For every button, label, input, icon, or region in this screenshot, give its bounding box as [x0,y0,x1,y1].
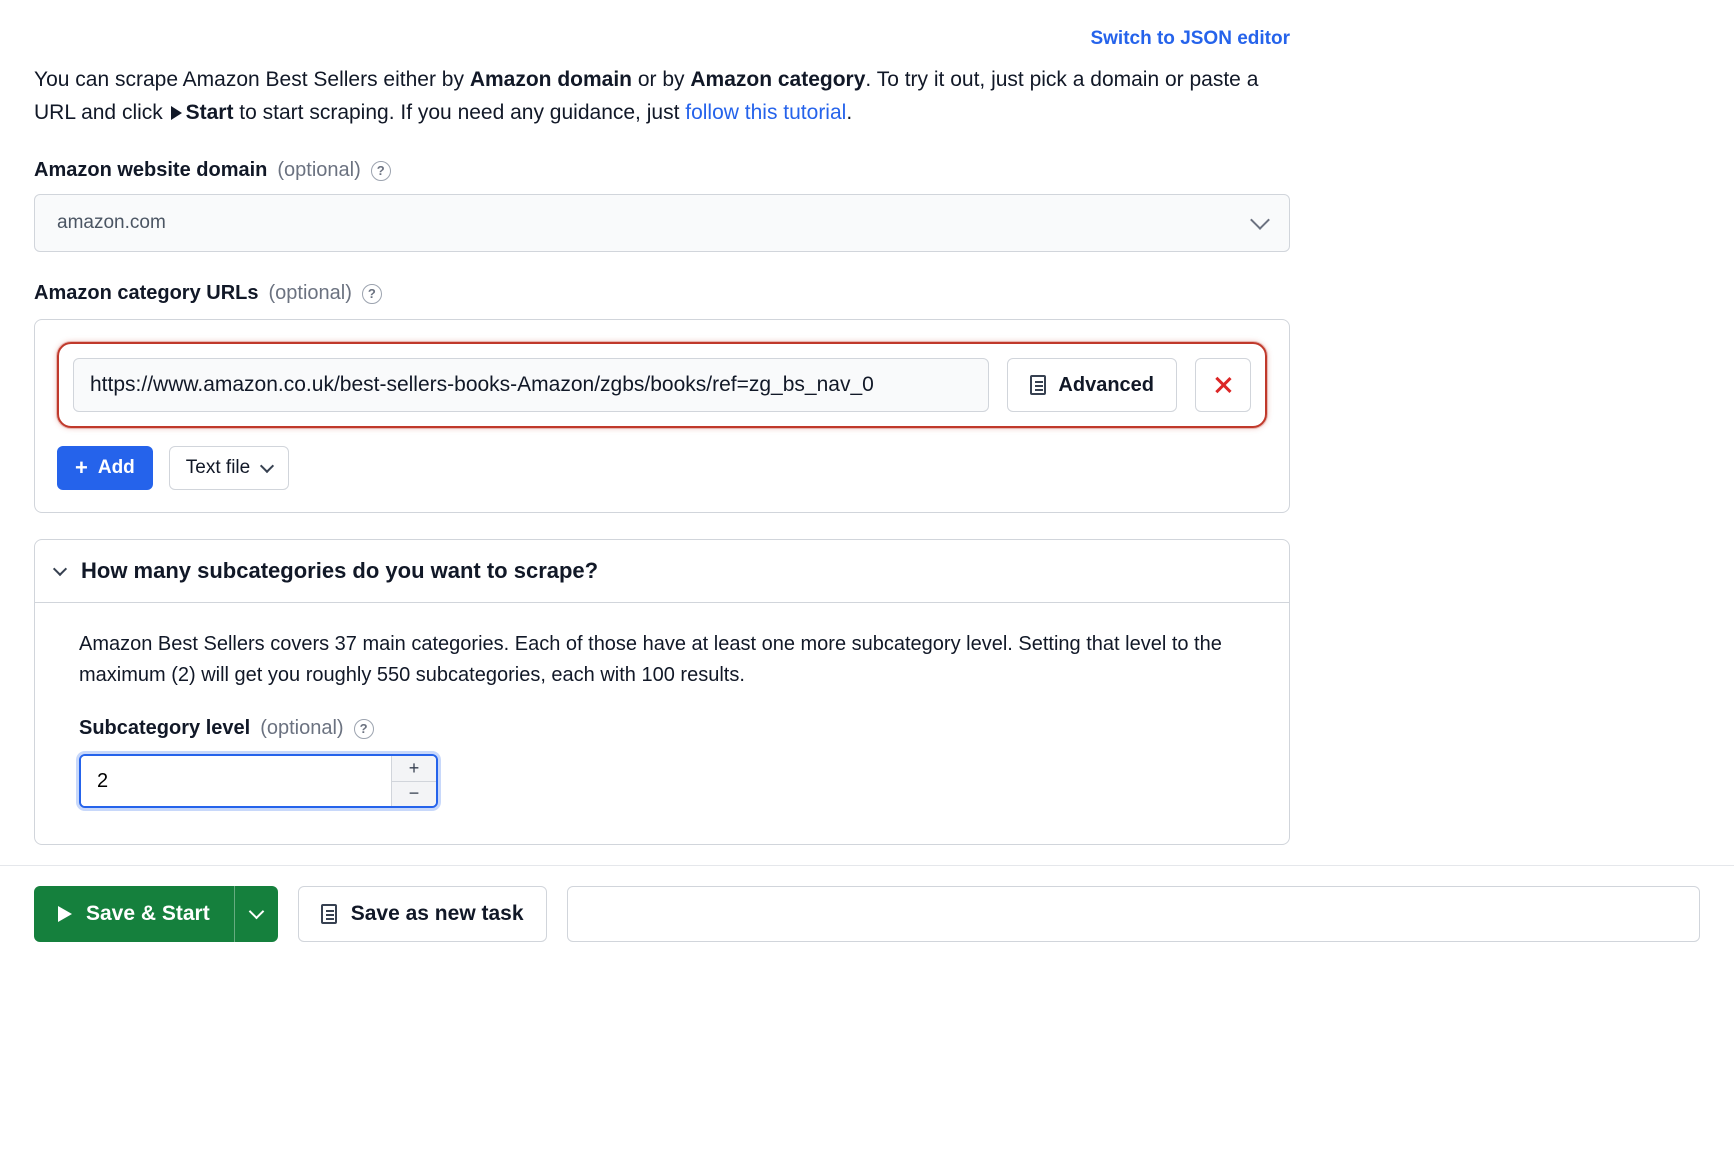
chevron-down-icon [1250,210,1270,230]
subcategory-section: How many subcategories do you want to sc… [34,539,1290,845]
chevron-down-icon [53,562,67,576]
category-url-input[interactable] [73,358,989,412]
subcategory-level-input[interactable] [81,756,391,806]
help-icon[interactable]: ? [362,284,382,304]
stepper-down-button[interactable]: − [392,781,436,807]
subcategory-description: Amazon Best Sellers covers 37 main categ… [79,629,1245,691]
subcategory-toggle[interactable]: How many subcategories do you want to sc… [35,540,1289,603]
help-icon[interactable]: ? [354,719,374,739]
urls-panel: Advanced + Add Text file [34,319,1290,513]
help-icon[interactable]: ? [371,161,391,181]
remove-url-button[interactable] [1195,358,1251,412]
plus-icon: + [75,457,88,479]
intro-text: You can scrape Amazon Best Sellers eithe… [34,64,1290,129]
domain-value: amazon.com [57,212,166,234]
subcategory-level-field: + − [79,754,438,808]
action-bar: Save & Start Save as new task [0,865,1734,962]
chevron-down-icon [248,904,264,920]
switch-json-editor-link[interactable]: Switch to JSON editor [1090,28,1290,49]
add-url-button[interactable]: + Add [57,446,153,490]
url-row-highlight: Advanced [57,342,1267,428]
document-icon [321,904,337,924]
subcategory-level-label: Subcategory level (optional) ? [79,717,1245,740]
chevron-down-icon [260,459,274,473]
play-icon [171,106,182,120]
save-start-dropdown[interactable] [234,886,278,942]
close-icon [1214,376,1232,394]
save-start-button[interactable]: Save & Start [34,886,234,942]
urls-label: Amazon category URLs (optional) ? [34,282,1290,305]
domain-select[interactable]: amazon.com [34,194,1290,252]
empty-input-box[interactable] [567,886,1700,942]
textfile-button[interactable]: Text file [169,446,289,490]
domain-label: Amazon website domain (optional) ? [34,159,1290,182]
advanced-button[interactable]: Advanced [1007,358,1177,412]
play-icon [58,906,72,922]
tutorial-link[interactable]: follow this tutorial [685,101,846,124]
save-as-new-task-button[interactable]: Save as new task [298,886,547,942]
stepper-up-button[interactable]: + [392,756,436,781]
document-icon [1030,375,1046,395]
